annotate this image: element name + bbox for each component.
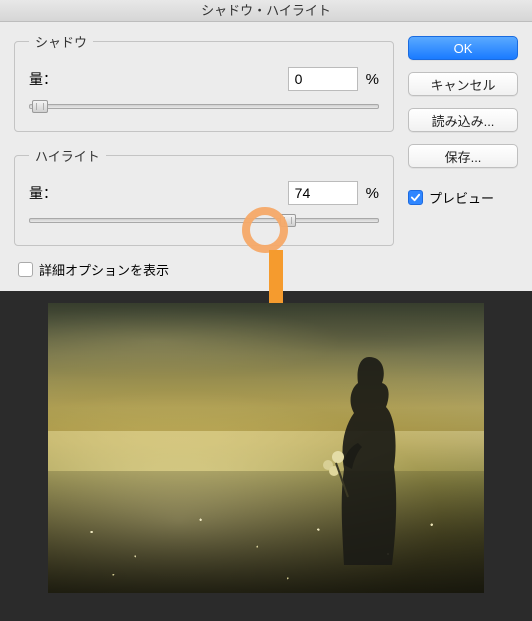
highlight-group: ハイライト 量： % <box>14 146 394 246</box>
preview-label: プレビュー <box>429 188 494 207</box>
highlight-legend: ハイライト <box>29 146 106 165</box>
highlight-amount-row: 量： % <box>29 181 379 205</box>
preview-image <box>48 303 484 593</box>
highlight-amount-input[interactable] <box>288 181 358 205</box>
shadow-slider[interactable] <box>29 101 379 113</box>
load-button[interactable]: 読み込み... <box>408 108 518 132</box>
dialog-title: シャドウ・ハイライト <box>0 0 532 22</box>
cancel-button[interactable]: キャンセル <box>408 72 518 96</box>
shadow-amount-label: 量： <box>29 69 57 89</box>
shadow-unit: % <box>366 71 379 88</box>
shadow-legend: シャドウ <box>29 32 93 51</box>
subject-silhouette <box>314 347 414 567</box>
shadow-amount-input[interactable] <box>288 67 358 91</box>
shadow-amount-row: 量： % <box>29 67 379 91</box>
image-canvas <box>0 291 532 621</box>
save-button[interactable]: 保存... <box>408 144 518 168</box>
shadow-group: シャドウ 量： % <box>14 32 394 132</box>
highlight-unit: % <box>366 185 379 202</box>
dialog: シャドウ・ハイライト シャドウ 量： % ハイライト <box>0 0 532 291</box>
preview-checkbox[interactable] <box>408 190 423 205</box>
show-more-checkbox[interactable] <box>18 262 33 277</box>
button-column: OK キャンセル 読み込み... 保存... プレビュー <box>408 32 518 260</box>
show-more-label: 詳細オプションを表示 <box>39 260 169 279</box>
ok-button[interactable]: OK <box>408 36 518 60</box>
preview-checkbox-row[interactable]: プレビュー <box>408 188 518 207</box>
show-more-row[interactable]: 詳細オプションを表示 <box>0 260 532 279</box>
highlight-slider[interactable] <box>29 215 379 227</box>
dialog-body: シャドウ 量： % ハイライト 量： <box>0 22 532 264</box>
controls-column: シャドウ 量： % ハイライト 量： <box>14 32 394 260</box>
highlight-amount-label: 量： <box>29 183 57 203</box>
